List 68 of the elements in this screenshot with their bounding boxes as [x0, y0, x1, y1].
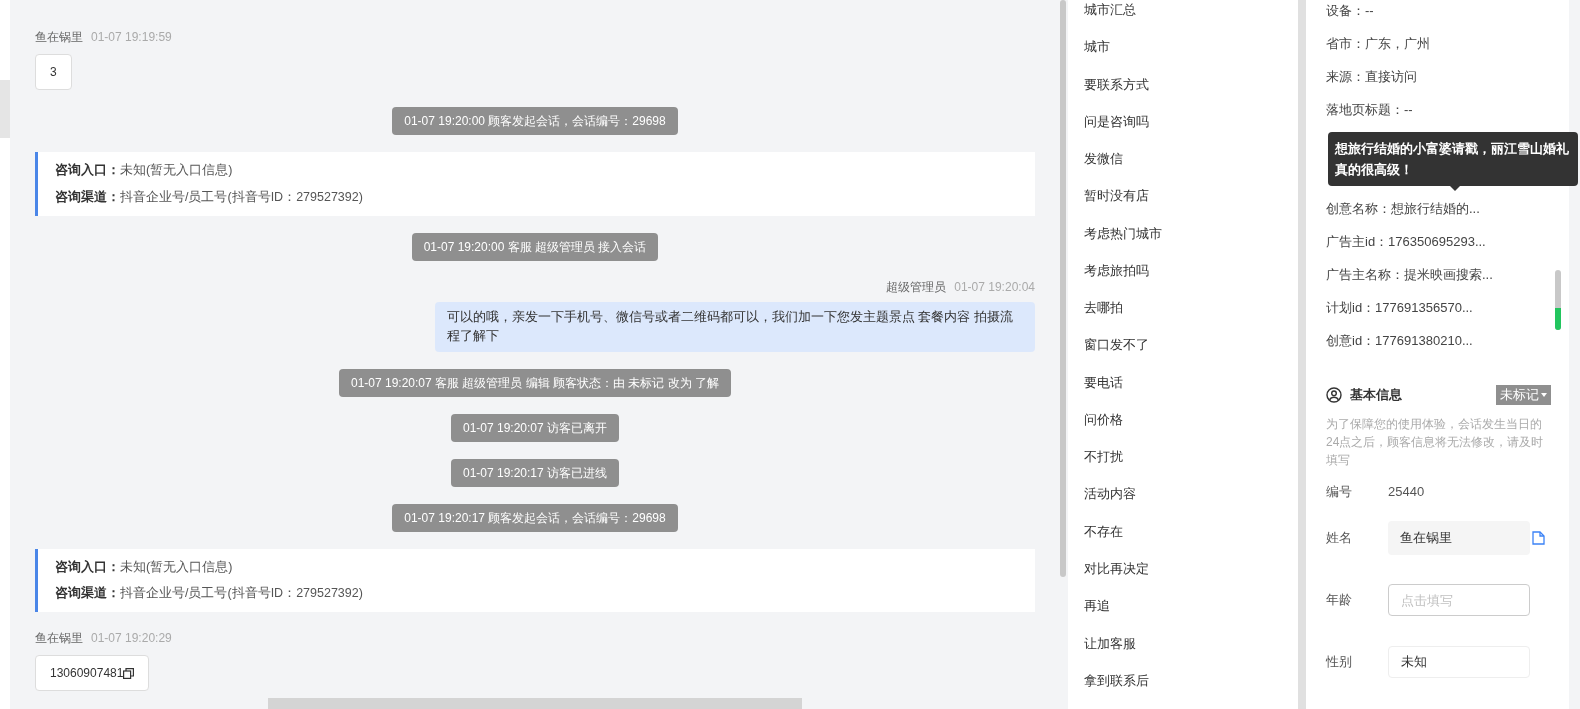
quick-reply-item[interactable]: 活动内容 [1084, 485, 1298, 523]
sender-name: 鱼在锅里 [35, 630, 83, 647]
system-notice: 01-07 19:20:00 客服 超级管理员 接入会话 [411, 232, 659, 261]
message-bubble: 可以的哦，亲发一下手机号、微信号或者二维码都可以，我们加一下您发主题景点 套餐内容 拍摄流程了解下 [435, 301, 1035, 352]
user-icon [1326, 387, 1342, 403]
message-time: 01-07 19:20:04 [954, 278, 1035, 296]
message-bubble: 13060907481 [35, 655, 150, 691]
info-value: 未知(暂无入口信息) [120, 162, 233, 179]
quick-reply-item[interactable]: 去哪拍 [1084, 299, 1298, 337]
sender-name: 鱼在锅里 [35, 29, 83, 46]
quick-reply-item[interactable]: 暂时没有店 [1084, 187, 1298, 225]
quick-reply-item[interactable]: 不存在 [1084, 522, 1298, 560]
quick-reply-item[interactable]: 要电话 [1084, 373, 1298, 411]
info-label: 咨询渠道： [55, 188, 120, 206]
caret-icon [1541, 393, 1547, 397]
field-label: 性别 [1326, 653, 1353, 672]
visitor-info-row-text: 来源：直接访问 [1326, 68, 1418, 86]
info-value: 抖音企业号/员工号(抖音号ID：279527392) [120, 585, 363, 603]
system-notice: 01-07 19:20:17 顾客发起会话，会话编号：29698 [392, 503, 678, 532]
side-bar [0, 80, 10, 138]
field-label: 编号 [1326, 483, 1353, 502]
message-time: 01-07 19:19:59 [91, 29, 172, 46]
section-title: 基本信息 [1350, 386, 1402, 405]
quick-reply-item[interactable]: 再追 [1084, 597, 1298, 635]
scrollbar[interactable] [1555, 270, 1561, 330]
tooltip-arrow [1450, 186, 1460, 191]
field-label: 姓名 [1326, 529, 1353, 548]
info-value: 抖音企业号/员工号(抖音号ID：279527392) [120, 188, 363, 206]
quick-reply-item[interactable]: 问是咨询吗 [1084, 112, 1298, 151]
scrollbar[interactable] [1060, 0, 1066, 577]
visitor-info-row-text: 广告主id：176350695293... [1326, 233, 1487, 251]
info-label: 咨询渠道： [55, 585, 120, 603]
info-value: 未知(暂无入口信息) [120, 558, 233, 576]
system-notice: 01-07 19:20:07 客服 超级管理员 编辑 顾客状态：由 未标记 改为 了解 [338, 368, 732, 397]
quick-reply-item[interactable]: 城市 [1084, 38, 1298, 76]
quick-reply-item[interactable]: 发微信 [1084, 150, 1298, 188]
info-label: 咨询入口： [55, 162, 120, 179]
notice-text: 为了保障您的使用体验，会话发生当日的24点之后，顾客信息将无法修改，请及时填写 [1326, 416, 1545, 469]
name-field[interactable]: 鱼在锅里 [1388, 521, 1530, 555]
system-notice: 01-07 19:20:17 访客已进线 [450, 458, 620, 487]
copy-icon[interactable] [123, 667, 135, 679]
quick-reply-item[interactable]: 窗口发不了 [1084, 336, 1298, 374]
visitor-info-row-text: 计划id：177691356570... [1326, 299, 1474, 317]
sender-name: 超级管理员 [886, 278, 947, 296]
visitor-info-row-text: 广告主名称：提米映画搜索... [1326, 266, 1494, 284]
visitor-info-row-text: 设备：-- [1326, 2, 1375, 20]
quick-reply-item[interactable]: 问价格 [1084, 410, 1298, 449]
field-value: 25440 [1388, 483, 1425, 502]
quick-reply-item[interactable]: 考虑旅拍吗 [1084, 261, 1298, 300]
quick-reply-item[interactable]: 城市汇总 [1084, 1, 1298, 39]
quick-reply-item[interactable]: 拿到联系后 [1084, 671, 1298, 709]
info-label: 咨询入口： [55, 558, 120, 576]
system-notice: 01-07 19:20:00 顾客发起会话，会话编号：29698 [392, 107, 678, 135]
quick-reply-item[interactable]: 让加客服 [1084, 634, 1298, 672]
message-bubble: 3 [35, 54, 72, 90]
visitor-info-row-text: 创意id：177691380210... [1326, 332, 1474, 350]
quick-reply-item[interactable]: 不打扰 [1084, 448, 1298, 486]
system-notice: 01-07 19:20:07 访客已离开 [450, 413, 620, 442]
visitor-info-row-text: 创意名称：想旅行结婚的... [1326, 200, 1481, 218]
quick-reply-item[interactable]: 对比再决定 [1084, 560, 1298, 598]
visitor-info-row-text: 落地页标题：-- [1326, 101, 1414, 119]
quick-reply-item[interactable]: 考虑热门城市 [1084, 224, 1298, 262]
quick-reply-item[interactable]: 要联系方式 [1084, 75, 1298, 113]
age-input[interactable]: 点击填写 [1388, 584, 1530, 616]
visitor-info-row-text: 省市：广东，广州 [1326, 35, 1431, 53]
gender-select[interactable]: 未知 [1388, 646, 1530, 678]
message-time: 01-07 19:20:29 [91, 630, 172, 647]
field-label: 年龄 [1326, 591, 1353, 610]
